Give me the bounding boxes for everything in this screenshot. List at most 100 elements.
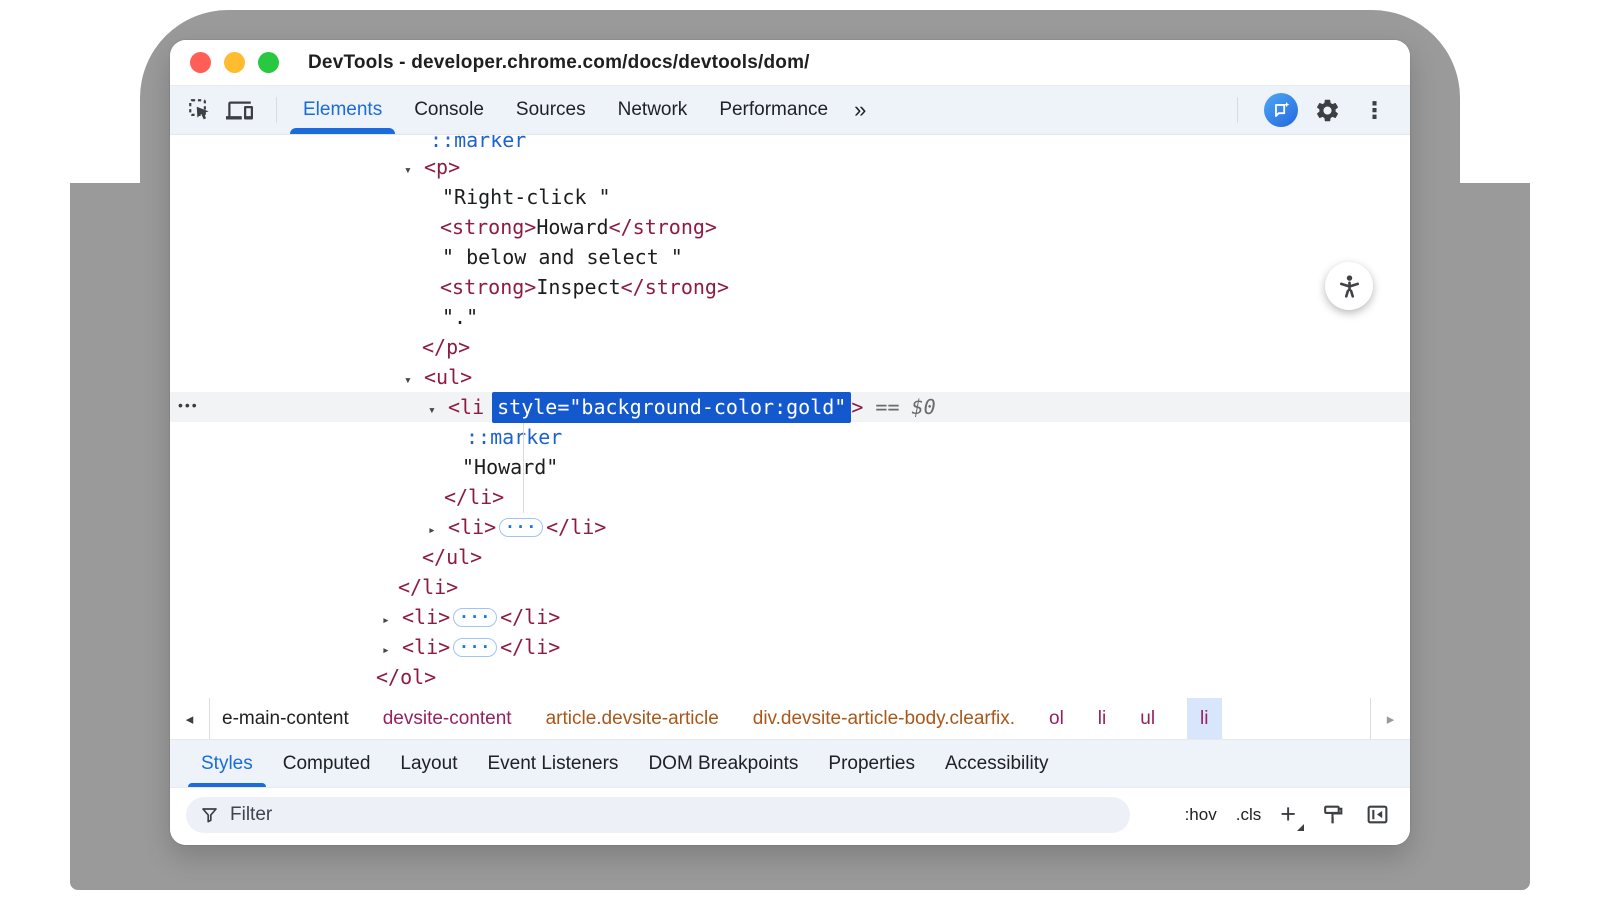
text-token: "Right-click " (442, 185, 611, 209)
styles-panel-tab-strip: Styles Computed Layout Event Listeners DOM B… (170, 740, 1410, 788)
tab-label: Performance (719, 99, 828, 121)
tab-label: Properties (828, 753, 915, 775)
tab-accessibility[interactable]: Accessibility (930, 740, 1063, 787)
dom-tree-row[interactable]: <strong>Howard</strong> (170, 212, 1410, 242)
tab-sources[interactable]: Sources (500, 86, 602, 134)
tag-token: </li> (398, 575, 458, 599)
devtools-window: DevTools - developer.chrome.com/docs/dev… (170, 40, 1410, 845)
toolbar-divider (276, 97, 277, 123)
collapse-panel-icon[interactable] (1365, 802, 1390, 827)
tag-token: </p> (422, 335, 470, 359)
tag-token: </li> (546, 515, 606, 539)
tag-token: </ol> (376, 665, 436, 689)
tab-label: DOM Breakpoints (648, 753, 798, 775)
active-tab-underline (188, 783, 266, 787)
dom-tree-row[interactable]: </p> (170, 332, 1410, 362)
dom-tree-row[interactable]: </ol> (170, 662, 1410, 692)
tab-styles[interactable]: Styles (186, 740, 268, 787)
tab-event-listeners[interactable]: Event Listeners (472, 740, 633, 787)
inspect-icon[interactable] (186, 97, 213, 124)
ai-assistance-icon[interactable] (1264, 93, 1298, 127)
settings-gear-icon[interactable] (1314, 97, 1341, 124)
dom-tree-row[interactable]: "Howard" (170, 452, 1410, 482)
filter-funnel-icon (200, 805, 220, 825)
tab-label: Sources (516, 99, 586, 121)
close-window-button[interactable] (190, 52, 211, 73)
dom-tree-row[interactable]: "Right-click " (170, 182, 1410, 212)
dom-tree-row[interactable]: </li> (170, 572, 1410, 602)
more-tabs-button[interactable]: » (844, 86, 876, 134)
pseudo-element-token: ::marker (466, 425, 562, 449)
breadcrumb-scroll-right-icon[interactable]: ▸ (1370, 698, 1410, 739)
new-style-rule-button[interactable]: + (1280, 801, 1302, 828)
maximize-window-button[interactable] (258, 52, 279, 73)
indent-guide (523, 423, 524, 513)
breadcrumb-item-li[interactable]: li (1096, 698, 1108, 739)
selected-attribute-token[interactable]: style="background-color:gold" (492, 392, 851, 423)
text-token: "Howard" (462, 455, 558, 479)
element-classes-button[interactable]: .cls (1236, 805, 1262, 825)
breadcrumb-item-e-main-content[interactable]: e-main-content (220, 698, 351, 739)
collapsed-children-icon[interactable]: ··· (453, 608, 497, 627)
tag-token: <p> (424, 155, 460, 179)
breadcrumb-scroll-left-icon[interactable]: ◂ (170, 698, 210, 739)
tab-properties[interactable]: Properties (813, 740, 930, 787)
dom-tree-row[interactable]: ▸<li>···</li> (170, 632, 1410, 662)
dom-tree-row[interactable]: ▸<li>···</li> (170, 512, 1410, 542)
tab-layout[interactable]: Layout (385, 740, 472, 787)
window-title: DevTools - developer.chrome.com/docs/dev… (308, 52, 810, 74)
tag-token: </strong> (609, 215, 717, 239)
breadcrumb-list: e-main-content devsite-content article.dev… (210, 698, 1222, 739)
breadcrumb-item-devsite-content[interactable]: devsite-content (381, 698, 514, 739)
dom-tree-row[interactable]: •••▾<listyle="background-color:gold"> ==… (170, 392, 1410, 422)
tab-label: Elements (303, 99, 382, 121)
tab-performance[interactable]: Performance (703, 86, 844, 134)
tab-console[interactable]: Console (398, 86, 500, 134)
dom-tree-row[interactable]: "." (170, 302, 1410, 332)
overflow-actions-icon[interactable]: ••• (178, 390, 199, 420)
dom-tree-row[interactable]: </li> (170, 482, 1410, 512)
collapsed-children-icon[interactable]: ··· (453, 638, 497, 657)
dom-tree-row[interactable]: ▸<li>···</li> (170, 602, 1410, 632)
breadcrumb-item-li[interactable]: li (1187, 698, 1221, 739)
tab-elements[interactable]: Elements (287, 86, 398, 134)
breadcrumb-item-div-devsite-article-body-clearfix[interactable]: div.devsite-article-body.clearfix. (751, 698, 1017, 739)
text-token: Howard (536, 215, 608, 239)
dom-tree-row[interactable]: </ul> (170, 542, 1410, 572)
filter-bar-controls: :hov .cls + (1185, 801, 1390, 828)
paint-roller-icon[interactable] (1321, 802, 1346, 827)
tag-token: </li> (444, 485, 504, 509)
device-toolbar-icon[interactable] (226, 97, 253, 124)
tab-label: Accessibility (945, 753, 1048, 775)
dom-tree-row[interactable]: ▾<ul> (170, 362, 1410, 392)
tab-label: Layout (400, 753, 457, 775)
tab-network[interactable]: Network (602, 86, 704, 134)
filter-input[interactable] (230, 804, 1116, 826)
tab-computed[interactable]: Computed (268, 740, 386, 787)
toolbar-right-controls: ⋮ (1227, 93, 1396, 127)
toggle-element-state-button[interactable]: :hov (1185, 805, 1217, 825)
minimize-window-button[interactable] (224, 52, 245, 73)
dom-tree-row[interactable]: " below and select " (170, 242, 1410, 272)
equals-token: == (863, 395, 911, 419)
dom-tree-row[interactable]: <strong>Inspect</strong> (170, 272, 1410, 302)
kebab-menu-icon[interactable]: ⋮ (1357, 97, 1392, 124)
breadcrumb-item-ul[interactable]: ul (1138, 698, 1157, 739)
dom-tree-row[interactable]: ::marker (170, 135, 1410, 152)
tag-token: <li> (448, 515, 496, 539)
styles-filter-bar: :hov .cls + (170, 788, 1410, 845)
accessibility-person-icon[interactable] (1325, 262, 1373, 310)
style-filter-pill[interactable] (186, 797, 1130, 833)
tag-token: <ul> (424, 365, 472, 389)
dom-tree-row[interactable]: ::marker (170, 422, 1410, 452)
breadcrumb-item-article-devsite-article[interactable]: article.devsite-article (544, 698, 721, 739)
tab-label: Computed (283, 753, 371, 775)
dom-tree-row[interactable]: ▾<p> (170, 152, 1410, 182)
toolbar-right-divider (1237, 97, 1238, 123)
breadcrumb-bar: ◂ e-main-content devsite-content article.d… (170, 698, 1410, 740)
collapsed-children-icon[interactable]: ··· (499, 518, 543, 537)
tag-token: </li> (500, 605, 560, 629)
breadcrumb-item-ol[interactable]: ol (1047, 698, 1066, 739)
tab-dom-breakpoints[interactable]: DOM Breakpoints (633, 740, 813, 787)
tag-token: <strong> (440, 215, 536, 239)
